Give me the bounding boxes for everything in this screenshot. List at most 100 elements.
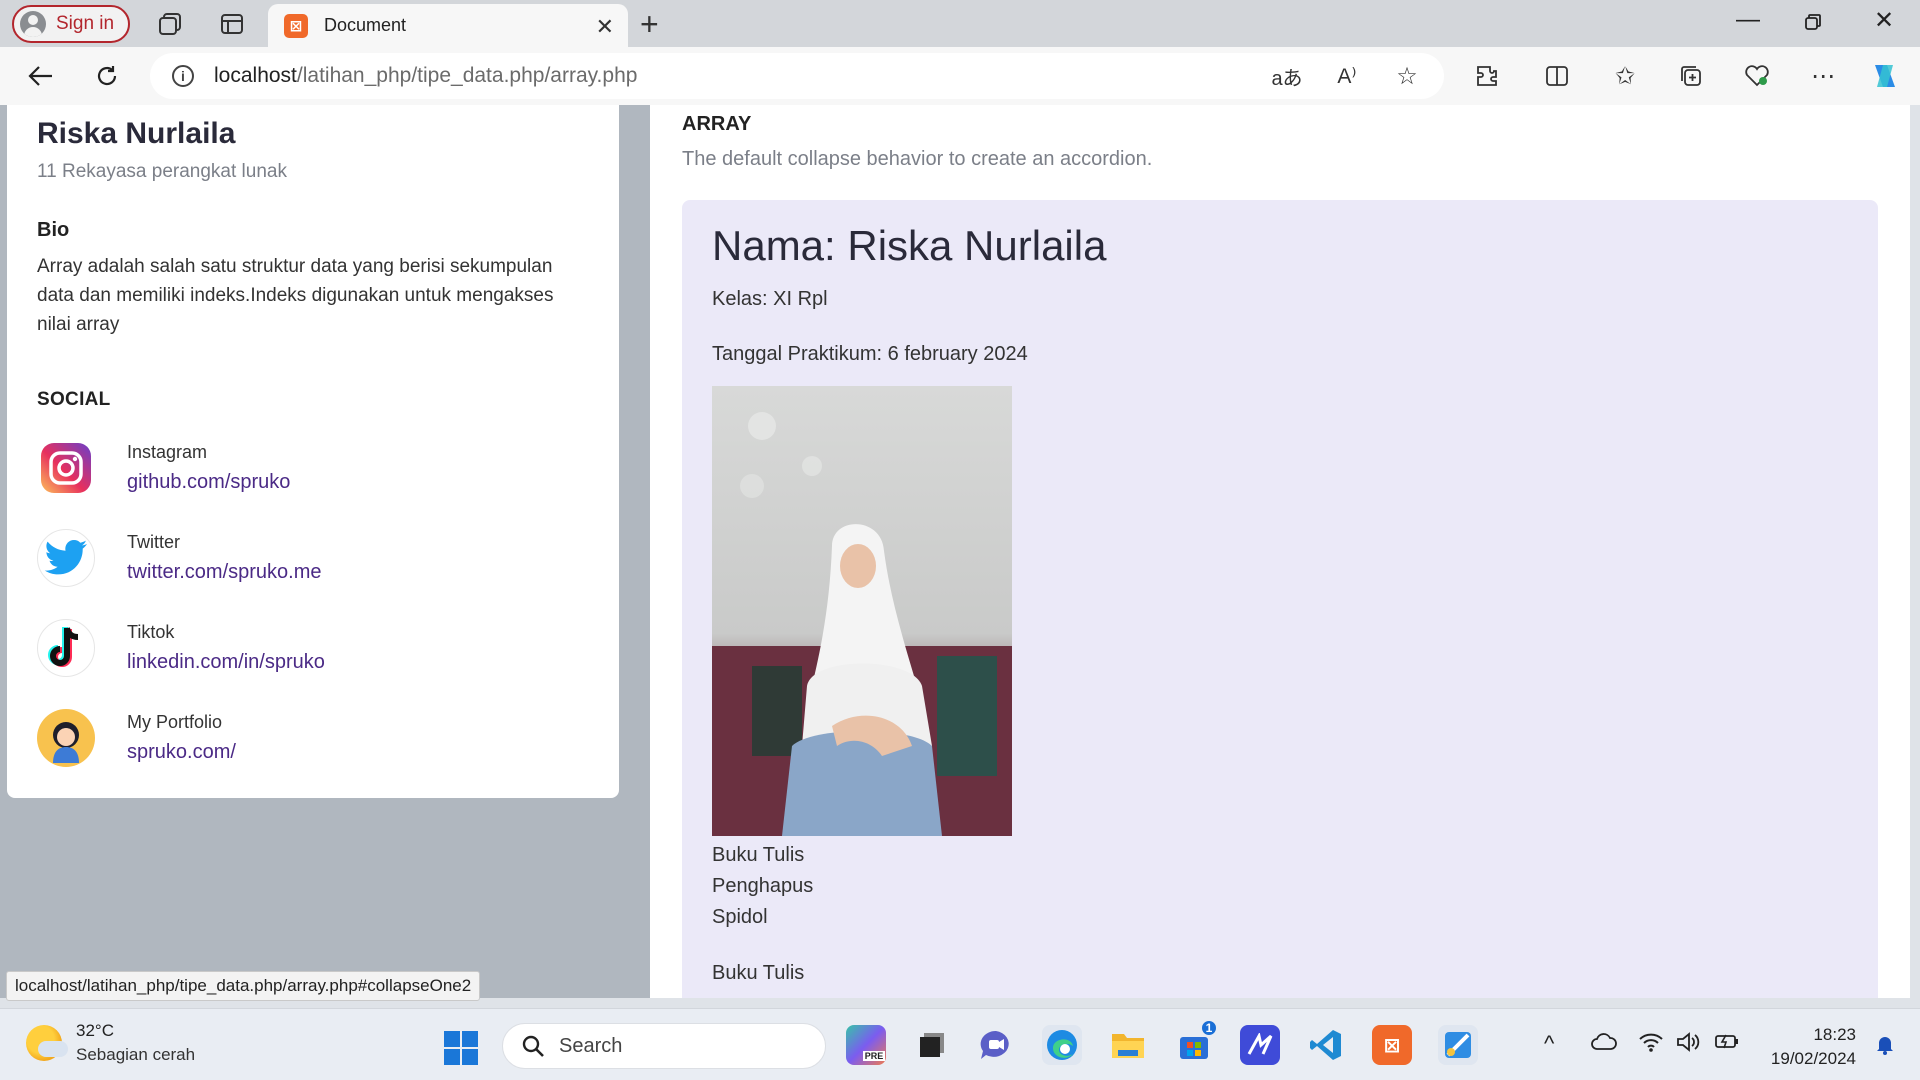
social-name: Twitter: [127, 532, 181, 552]
translate-icon[interactable]: aあ: [1270, 59, 1304, 93]
search-label: Search: [559, 1034, 623, 1057]
azure-data-studio-icon[interactable]: [1240, 1025, 1280, 1065]
social-link[interactable]: spruko.com/: [127, 741, 236, 764]
favorite-star-icon[interactable]: ☆: [1390, 59, 1424, 93]
social-text: Instagram github.com/spruko: [127, 442, 290, 494]
clock-time: 18:23: [1813, 1025, 1856, 1044]
url-host: localhost: [214, 64, 297, 87]
bio-text: Array adalah salah satu struktur data ya…: [37, 256, 554, 335]
pre-badge: PRE: [862, 1051, 886, 1061]
taskbar: 32°C Sebagian cerah Search PRE 1 ⊠ ^ 18:…: [0, 1008, 1920, 1080]
workspaces-icon[interactable]: [156, 10, 184, 38]
refresh-icon[interactable]: [90, 59, 124, 93]
temperature: 32°C: [76, 1021, 114, 1040]
paint-app-icon[interactable]: [1438, 1025, 1478, 1065]
collections-icon[interactable]: [1674, 59, 1708, 93]
copilot-icon[interactable]: [1868, 59, 1902, 93]
social-text: Twitter twitter.com/spruko.me: [127, 532, 322, 584]
instagram-icon: [37, 439, 95, 497]
social-link[interactable]: github.com/spruko: [127, 471, 290, 494]
close-window-icon[interactable]: ✕: [1874, 6, 1894, 35]
microsoft-store-icon[interactable]: 1: [1174, 1019, 1218, 1065]
social-item-tiktok: Tiktok linkedin.com/in/spruko: [37, 615, 589, 681]
social-name: My Portfolio: [127, 712, 223, 732]
social-heading: SOCIAL: [37, 389, 111, 410]
minimize-icon[interactable]: —: [1736, 6, 1760, 34]
social-name: Instagram: [127, 442, 208, 462]
social-item-portfolio: My Portfolio spruko.com/: [37, 705, 589, 771]
tab-bar: Sign in ⊠ Document ✕ + — ✕: [0, 0, 1920, 47]
user-avatar-icon: [20, 11, 46, 37]
extensions-icon[interactable]: [1470, 59, 1504, 93]
wifi-icon[interactable]: [1638, 1031, 1664, 1059]
student-name: Nama: Riska Nurlaila: [712, 222, 1107, 269]
store-badge: 1: [1200, 1019, 1218, 1037]
partly-sunny-icon: [26, 1025, 68, 1061]
array-heading: ARRAY: [682, 113, 752, 135]
bio-heading: Bio: [37, 219, 70, 241]
file-explorer-icon[interactable]: [1108, 1025, 1148, 1065]
clock-date: 19/02/2024: [1770, 1049, 1856, 1068]
student-photo: [712, 386, 1012, 836]
weather-widget[interactable]: 32°C Sebagian cerah: [26, 1021, 195, 1065]
page-viewport: Riska Nurlaila 11 Rekayasa perangkat lun…: [0, 105, 1910, 998]
windows-start-icon[interactable]: [444, 1031, 478, 1065]
sign-in-button[interactable]: Sign in: [12, 5, 130, 43]
copilot-pre-icon[interactable]: PRE: [846, 1025, 886, 1065]
favorites-icon[interactable]: ✩: [1608, 59, 1642, 93]
show-hidden-icons-icon[interactable]: ^: [1544, 1031, 1554, 1057]
weather-condition: Sebagian cerah: [76, 1045, 196, 1064]
restore-icon[interactable]: [1804, 10, 1822, 38]
url-path: /latihan_php/tipe_data.php/array.php: [296, 64, 638, 87]
split-screen-icon[interactable]: [1540, 59, 1574, 93]
xampp-icon: ⊠: [284, 13, 308, 38]
system-clock[interactable]: 18:23 19/02/2024: [1771, 1023, 1856, 1071]
social-link[interactable]: twitter.com/spruko.me: [127, 561, 322, 584]
back-icon[interactable]: [24, 59, 58, 93]
social-link[interactable]: linkedin.com/in/spruko: [127, 651, 325, 674]
battery-icon[interactable]: [1714, 1031, 1740, 1057]
list-item: Penghapus: [712, 875, 814, 897]
browser-essentials-icon[interactable]: [1740, 59, 1774, 93]
profile-name: Riska Nurlaila: [37, 117, 236, 150]
twitter-icon: [37, 529, 95, 587]
social-name: Tiktok: [127, 622, 175, 642]
link-status-bar: localhost/latihan_php/tipe_data.php/arra…: [6, 971, 481, 1001]
main-panel: ARRAY The default collapse behavior to c…: [650, 105, 1910, 998]
task-view-icon[interactable]: [912, 1025, 952, 1065]
more-options-icon[interactable]: ⋯: [1806, 59, 1840, 93]
social-text: My Portfolio spruko.com/: [127, 712, 236, 764]
site-info-icon[interactable]: i: [172, 65, 194, 87]
profile-card: Riska Nurlaila 11 Rekayasa perangkat lun…: [7, 105, 619, 798]
practicum-date: Tanggal Praktikum: 6 february 2024: [712, 343, 1028, 365]
teams-chat-icon[interactable]: [976, 1025, 1016, 1065]
list-item: Spidol: [712, 906, 768, 928]
read-aloud-icon[interactable]: A⁾: [1330, 59, 1364, 93]
array-subheading: The default collapse behavior to create …: [682, 148, 1153, 170]
social-item-twitter: Twitter twitter.com/spruko.me: [37, 525, 589, 591]
student-class: Kelas: XI Rpl: [712, 288, 828, 310]
address-bar: i localhost/latihan_php/tipe_data.php/ar…: [0, 47, 1920, 105]
url-field[interactable]: i localhost/latihan_php/tipe_data.php/ar…: [150, 53, 1444, 99]
tiktok-icon: [37, 619, 95, 677]
notification-bell-icon[interactable]: [1876, 1035, 1894, 1055]
tab-title: Document: [324, 15, 407, 35]
edge-browser-icon[interactable]: [1042, 1025, 1082, 1065]
social-text: Tiktok linkedin.com/in/spruko: [127, 622, 325, 674]
xampp-taskbar-icon[interactable]: ⊠: [1372, 1025, 1412, 1065]
search-icon: [522, 1035, 544, 1057]
url-text: localhost/latihan_php/tipe_data.php/arra…: [214, 64, 637, 88]
vscode-icon[interactable]: [1306, 1025, 1346, 1065]
close-tab-icon[interactable]: ✕: [596, 14, 614, 40]
sign-in-label: Sign in: [56, 13, 115, 34]
onedrive-icon[interactable]: [1590, 1031, 1618, 1057]
tab-document[interactable]: ⊠ Document ✕: [268, 4, 628, 47]
volume-icon[interactable]: [1676, 1031, 1700, 1059]
list-item: Buku Tulis: [712, 962, 805, 984]
portfolio-avatar-icon: [37, 709, 95, 767]
new-tab-icon[interactable]: +: [640, 6, 659, 43]
list-item: Buku Tulis: [712, 844, 805, 866]
taskbar-search[interactable]: Search: [502, 1023, 826, 1069]
social-item-instagram: Instagram github.com/spruko: [37, 435, 589, 501]
tab-actions-icon[interactable]: [218, 10, 246, 38]
